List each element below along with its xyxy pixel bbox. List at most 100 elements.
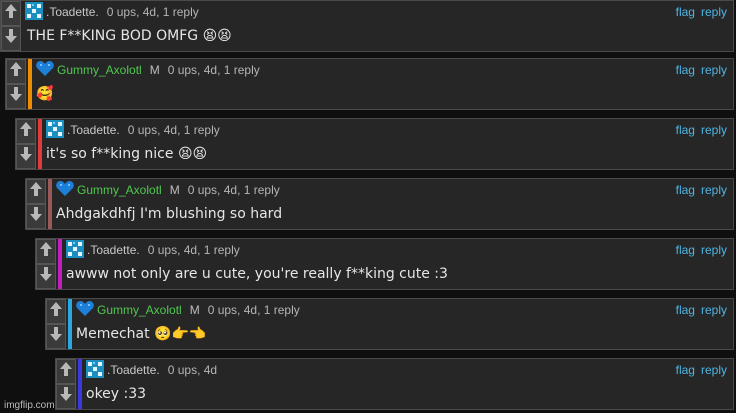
reply-link[interactable]: reply: [701, 243, 727, 257]
down-arrow-icon: [50, 327, 62, 346]
comment-header: .Toadette. 0 ups, 4d, 1 reply flag reply: [46, 119, 727, 141]
username-link[interactable]: Gummy_Axolotl: [77, 183, 162, 197]
comment: .Toadette. 0 ups, 4d, 1 reply flag reply aww…: [35, 238, 734, 290]
thread-depth-bar: [38, 119, 42, 169]
upvote-button[interactable]: [46, 299, 66, 324]
username-link[interactable]: Gummy_Axolotl: [57, 63, 142, 77]
blue-heart-avatar-icon[interactable]: [36, 60, 57, 81]
flag-link[interactable]: flag: [676, 303, 695, 317]
flag-link[interactable]: flag: [676, 123, 695, 137]
down-arrow-icon: [5, 29, 17, 48]
downvote-button[interactable]: [26, 204, 46, 229]
vote-controls: [1, 1, 21, 51]
flag-link[interactable]: flag: [676, 363, 695, 377]
thread-depth-bar: [28, 59, 32, 109]
thread-depth-bar: [48, 179, 52, 229]
comment: .Toadette. 0 ups, 4d, 1 reply flag reply THE…: [0, 0, 734, 52]
flag-link[interactable]: flag: [676, 243, 695, 257]
comment-header: Gummy_Axolotl M 0 ups, 4d, 1 reply flag repl…: [36, 60, 727, 81]
flag-link[interactable]: flag: [676, 63, 695, 77]
up-arrow-icon: [40, 242, 52, 261]
downvote-button[interactable]: [46, 324, 66, 349]
glitch-avatar-icon[interactable]: [66, 239, 87, 261]
comment: Gummy_Axolotl M 0 ups, 4d, 1 reply flag repl…: [45, 298, 734, 350]
upvote-button[interactable]: [26, 179, 46, 204]
comment-meta: 0 ups, 4d, 1 reply: [207, 303, 300, 317]
mod-badge: M: [169, 183, 180, 197]
comment: .Toadette. 0 ups, 4d, 1 reply flag reply it'…: [15, 118, 734, 170]
vote-controls: [36, 239, 56, 289]
thread-depth-bar: [68, 299, 72, 349]
glitch-avatar-icon[interactable]: [25, 1, 46, 23]
reply-link[interactable]: reply: [701, 303, 727, 317]
vote-controls: [46, 299, 66, 349]
comment: Gummy_Axolotl M 0 ups, 4d, 1 reply flag repl…: [5, 58, 734, 110]
upvote-button[interactable]: [56, 359, 76, 384]
down-arrow-icon: [10, 87, 22, 106]
downvote-button[interactable]: [1, 26, 21, 51]
comment-meta: 0 ups, 4d, 1 reply: [147, 243, 240, 257]
vote-controls: [6, 59, 26, 109]
down-arrow-icon: [40, 267, 52, 286]
upvote-button[interactable]: [6, 59, 26, 84]
mod-badge: M: [149, 63, 160, 77]
mod-badge: M: [189, 303, 200, 317]
up-arrow-icon: [20, 122, 32, 141]
comment-text: awww not only are u cute, you're really …: [66, 266, 448, 282]
up-arrow-icon: [50, 302, 62, 321]
up-arrow-icon: [10, 62, 22, 81]
comment-text: 🥰: [36, 86, 54, 102]
reply-link[interactable]: reply: [701, 123, 727, 137]
thread-depth-bar: [58, 239, 62, 289]
reply-link[interactable]: reply: [701, 5, 727, 19]
reply-link[interactable]: reply: [701, 183, 727, 197]
comment-meta: 0 ups, 4d: [167, 363, 218, 377]
reply-link[interactable]: reply: [701, 63, 727, 77]
comment-text: Ahdgakdhfj I'm blushing so hard: [56, 206, 283, 222]
glitch-avatar-icon[interactable]: [46, 119, 67, 141]
comment: .Toadette. 0 ups, 4d flag reply okey :33: [55, 358, 734, 410]
comment-text: okey :33: [86, 386, 147, 402]
upvote-button[interactable]: [36, 239, 56, 264]
comment-header: .Toadette. 0 ups, 4d, 1 reply flag reply: [25, 1, 727, 23]
username-link[interactable]: Gummy_Axolotl: [97, 303, 182, 317]
comment-header: .Toadette. 0 ups, 4d flag reply: [86, 359, 727, 381]
blue-heart-avatar-icon[interactable]: [76, 300, 97, 321]
up-arrow-icon: [60, 362, 72, 381]
comment-header: Gummy_Axolotl M 0 ups, 4d, 1 reply flag repl…: [76, 300, 727, 321]
down-arrow-icon: [30, 207, 42, 226]
upvote-button[interactable]: [1, 1, 21, 26]
comment-meta: 0 ups, 4d, 1 reply: [106, 5, 199, 19]
upvote-button[interactable]: [16, 119, 36, 144]
downvote-button[interactable]: [56, 384, 76, 409]
downvote-button[interactable]: [6, 84, 26, 109]
reply-link[interactable]: reply: [701, 363, 727, 377]
comment-header: .Toadette. 0 ups, 4d, 1 reply flag reply: [66, 239, 727, 261]
comment: Gummy_Axolotl M 0 ups, 4d, 1 reply flag repl…: [25, 178, 734, 230]
comment-meta: 0 ups, 4d, 1 reply: [167, 63, 260, 77]
downvote-button[interactable]: [16, 144, 36, 169]
up-arrow-icon: [30, 182, 42, 201]
downvote-button[interactable]: [36, 264, 56, 289]
username-link[interactable]: .Toadette.: [107, 363, 160, 377]
comment-text: THE F**KING BOD OMFG 😫😫: [27, 28, 232, 44]
comment-text: Memechat 🥺👉👈: [76, 326, 207, 342]
username-link[interactable]: .Toadette.: [46, 5, 99, 19]
vote-controls: [26, 179, 46, 229]
thread-depth-bar: [78, 359, 82, 409]
username-link[interactable]: .Toadette.: [67, 123, 120, 137]
down-arrow-icon: [60, 387, 72, 406]
username-link[interactable]: .Toadette.: [87, 243, 140, 257]
comment-meta: 0 ups, 4d, 1 reply: [127, 123, 220, 137]
vote-controls: [16, 119, 36, 169]
flag-link[interactable]: flag: [676, 183, 695, 197]
blue-heart-avatar-icon[interactable]: [56, 180, 77, 201]
up-arrow-icon: [5, 4, 17, 23]
comment-meta: 0 ups, 4d, 1 reply: [187, 183, 280, 197]
comment-text: it's so f**king nice 😫😫: [46, 146, 208, 162]
imgflip-watermark: imgflip.com: [4, 400, 55, 411]
comment-header: Gummy_Axolotl M 0 ups, 4d, 1 reply flag repl…: [56, 180, 727, 201]
vote-controls: [56, 359, 76, 409]
glitch-avatar-icon[interactable]: [86, 359, 107, 381]
flag-link[interactable]: flag: [676, 5, 695, 19]
